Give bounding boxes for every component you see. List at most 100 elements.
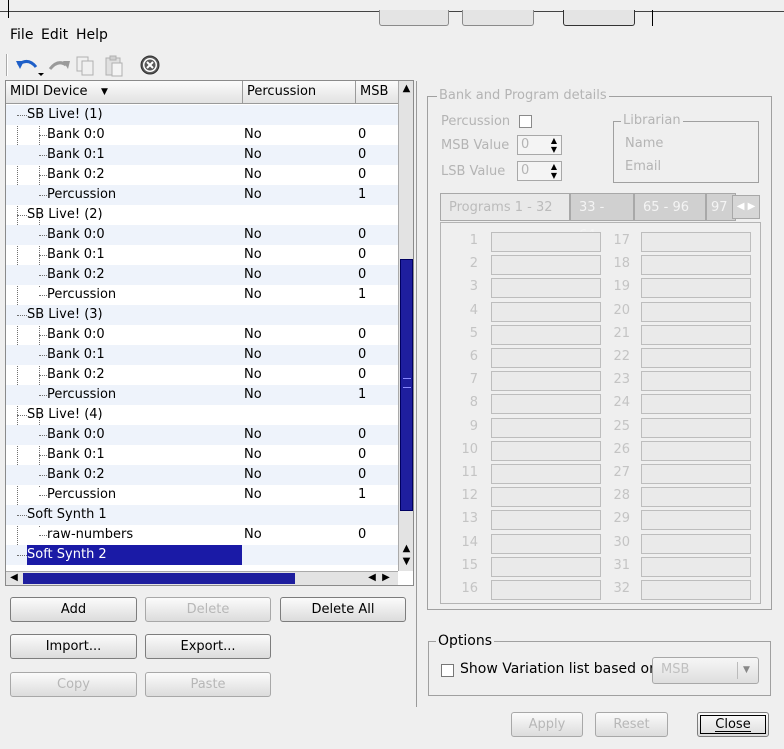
variation-select[interactable]: MSB ▼ (652, 657, 759, 684)
menu-help[interactable]: Help (76, 27, 108, 43)
details-panel: Bank and Program details Percussion MSB … (416, 81, 782, 707)
scroll-up-arrow-icon[interactable]: ▲ (400, 83, 413, 95)
tree-device-row[interactable]: SB Live! (4) (6, 405, 398, 425)
program-name-field[interactable] (641, 417, 751, 438)
program-name-field[interactable] (491, 348, 601, 368)
vertical-scrollbar[interactable]: ▲ ▲ ▼ (398, 81, 413, 571)
paste-icon[interactable] (102, 54, 126, 78)
program-name-field[interactable] (491, 301, 601, 322)
variation-checkbox[interactable] (441, 664, 454, 677)
redo-icon[interactable] (46, 55, 72, 79)
program-name-field[interactable] (491, 533, 601, 554)
program-name-field[interactable] (491, 510, 601, 531)
tree-bank-row[interactable]: Bank 0:1 No 0 (6, 345, 398, 365)
tree-bank-row[interactable]: Bank 0:0 No 0 (6, 325, 398, 345)
scroll-left-arrow-icon[interactable]: ◀ (8, 572, 20, 584)
program-name-field[interactable] (641, 278, 751, 299)
program-name-field[interactable] (641, 301, 751, 322)
program-name-field[interactable] (641, 533, 751, 554)
tree-bank-row[interactable]: Bank 0:2 No 0 (6, 265, 398, 285)
tree-device-row[interactable]: SB Live! (2) (6, 205, 398, 225)
copy-icon[interactable] (74, 54, 98, 78)
menu-edit[interactable]: Edit (41, 27, 68, 43)
program-name-field[interactable] (491, 440, 601, 461)
program-name-field[interactable] (641, 255, 751, 276)
tab-programs-65-96[interactable]: 65 - 96 (634, 193, 706, 221)
tab-scroll-arrows-icon[interactable]: ◀ ▶ (732, 195, 760, 219)
tree-bank-row[interactable]: Bank 0:0 No 0 (6, 125, 398, 145)
program-name-field[interactable] (641, 580, 751, 600)
spin-arrows-icon[interactable]: ▲ ▼ (547, 162, 561, 180)
tree-bank-row[interactable]: Bank 0:2 No 0 (6, 365, 398, 385)
delete-button[interactable]: Delete (145, 597, 271, 622)
program-name-field[interactable] (641, 487, 751, 508)
program-name-field[interactable] (491, 394, 601, 415)
scroll-left-arrow-icon[interactable]: ◀ (366, 572, 378, 584)
delete-all-button[interactable]: Delete All (280, 597, 406, 622)
column-header-percussion[interactable]: Percussion (243, 81, 356, 103)
program-name-field[interactable] (641, 464, 751, 484)
tree-bank-row[interactable]: Bank 0:0 No 0 (6, 225, 398, 245)
vertical-scroll-thumb[interactable] (400, 259, 413, 511)
program-name-field[interactable] (491, 232, 601, 252)
tree-device-row[interactable]: SB Live! (3) (6, 305, 398, 325)
import-button[interactable]: Import... (10, 634, 137, 659)
program-name-field[interactable] (491, 417, 601, 438)
menu-file[interactable]: File (10, 27, 33, 43)
copy-button[interactable]: Copy (10, 672, 137, 697)
tree-device-row[interactable]: SB Live! (1) (6, 105, 398, 125)
tree-bank-row[interactable]: Percussion No 1 (6, 285, 398, 305)
program-name-field[interactable] (491, 371, 601, 392)
program-name-field[interactable] (641, 556, 751, 577)
tree-bank-row[interactable]: Bank 0:1 No 0 (6, 145, 398, 165)
tree-bank-row[interactable]: raw-numbers No 0 (6, 525, 398, 545)
program-name-field[interactable] (491, 464, 601, 484)
program-name-field[interactable] (641, 510, 751, 531)
tree-device-row[interactable]: Soft Synth 2 (6, 545, 398, 565)
tree-bank-row[interactable]: Bank 0:1 No 0 (6, 445, 398, 465)
lsb-spinbox[interactable]: 0 ▲ ▼ (517, 161, 562, 181)
close-circle-icon[interactable] (139, 54, 161, 76)
midi-device-tree[interactable]: MIDI Device ▼ Percussion MSB SB Live! (1… (5, 80, 414, 586)
msb-cell: 1 (358, 487, 367, 502)
percussion-checkbox[interactable] (519, 115, 532, 128)
program-name-field[interactable] (641, 440, 751, 461)
program-name-field[interactable] (491, 556, 601, 577)
scroll-right-arrow-icon[interactable]: ▶ (380, 572, 392, 584)
program-name-field[interactable] (491, 255, 601, 276)
program-name-field[interactable] (491, 324, 601, 345)
tree-bank-row[interactable]: Bank 0:2 No 0 (6, 165, 398, 185)
program-name-field[interactable] (641, 371, 751, 392)
program-name-field[interactable] (491, 487, 601, 508)
reset-button[interactable]: Reset (595, 712, 668, 737)
program-name-field[interactable] (641, 348, 751, 368)
tab-programs-33-64[interactable]: 33 - 64 (570, 193, 634, 243)
tree-device-row[interactable]: Soft Synth 1 (6, 505, 398, 525)
spin-arrows-icon[interactable]: ▲ ▼ (547, 136, 561, 154)
program-name-field[interactable] (491, 278, 601, 299)
column-header-device[interactable]: MIDI Device ▼ (6, 81, 243, 103)
program-name-field[interactable] (641, 394, 751, 415)
close-button[interactable]: Close (697, 712, 769, 737)
tree-bank-row[interactable]: Percussion No 1 (6, 485, 398, 505)
undo-icon[interactable] (14, 55, 44, 79)
apply-button[interactable]: Apply (511, 712, 583, 737)
tree-bank-row[interactable]: Bank 0:1 No 0 (6, 245, 398, 265)
tree-bank-row[interactable]: Percussion No 1 (6, 185, 398, 205)
add-button[interactable]: Add (10, 597, 137, 622)
horizontal-scrollbar[interactable]: ◀ ◀ ▶ (6, 571, 398, 585)
paste-button[interactable]: Paste (145, 672, 271, 697)
horizontal-scroll-thumb[interactable] (23, 573, 295, 584)
export-button[interactable]: Export... (145, 634, 271, 659)
column-header-msb[interactable]: MSB (356, 81, 399, 103)
scroll-up-arrow-icon[interactable]: ▲ (400, 543, 413, 555)
program-name-field[interactable] (641, 232, 751, 252)
msb-spinbox[interactable]: 0 ▲ ▼ (517, 135, 562, 155)
program-name-field[interactable] (491, 580, 601, 600)
tree-bank-row[interactable]: Percussion No 1 (6, 385, 398, 405)
tree-bank-row[interactable]: Bank 0:0 No 0 (6, 425, 398, 445)
tree-bank-row[interactable]: Bank 0:2 No 0 (6, 465, 398, 485)
scroll-down-arrow-icon[interactable]: ▼ (400, 556, 413, 568)
program-name-field[interactable] (641, 324, 751, 345)
tab-programs-1-32[interactable]: Programs 1 - 32 (440, 193, 570, 221)
